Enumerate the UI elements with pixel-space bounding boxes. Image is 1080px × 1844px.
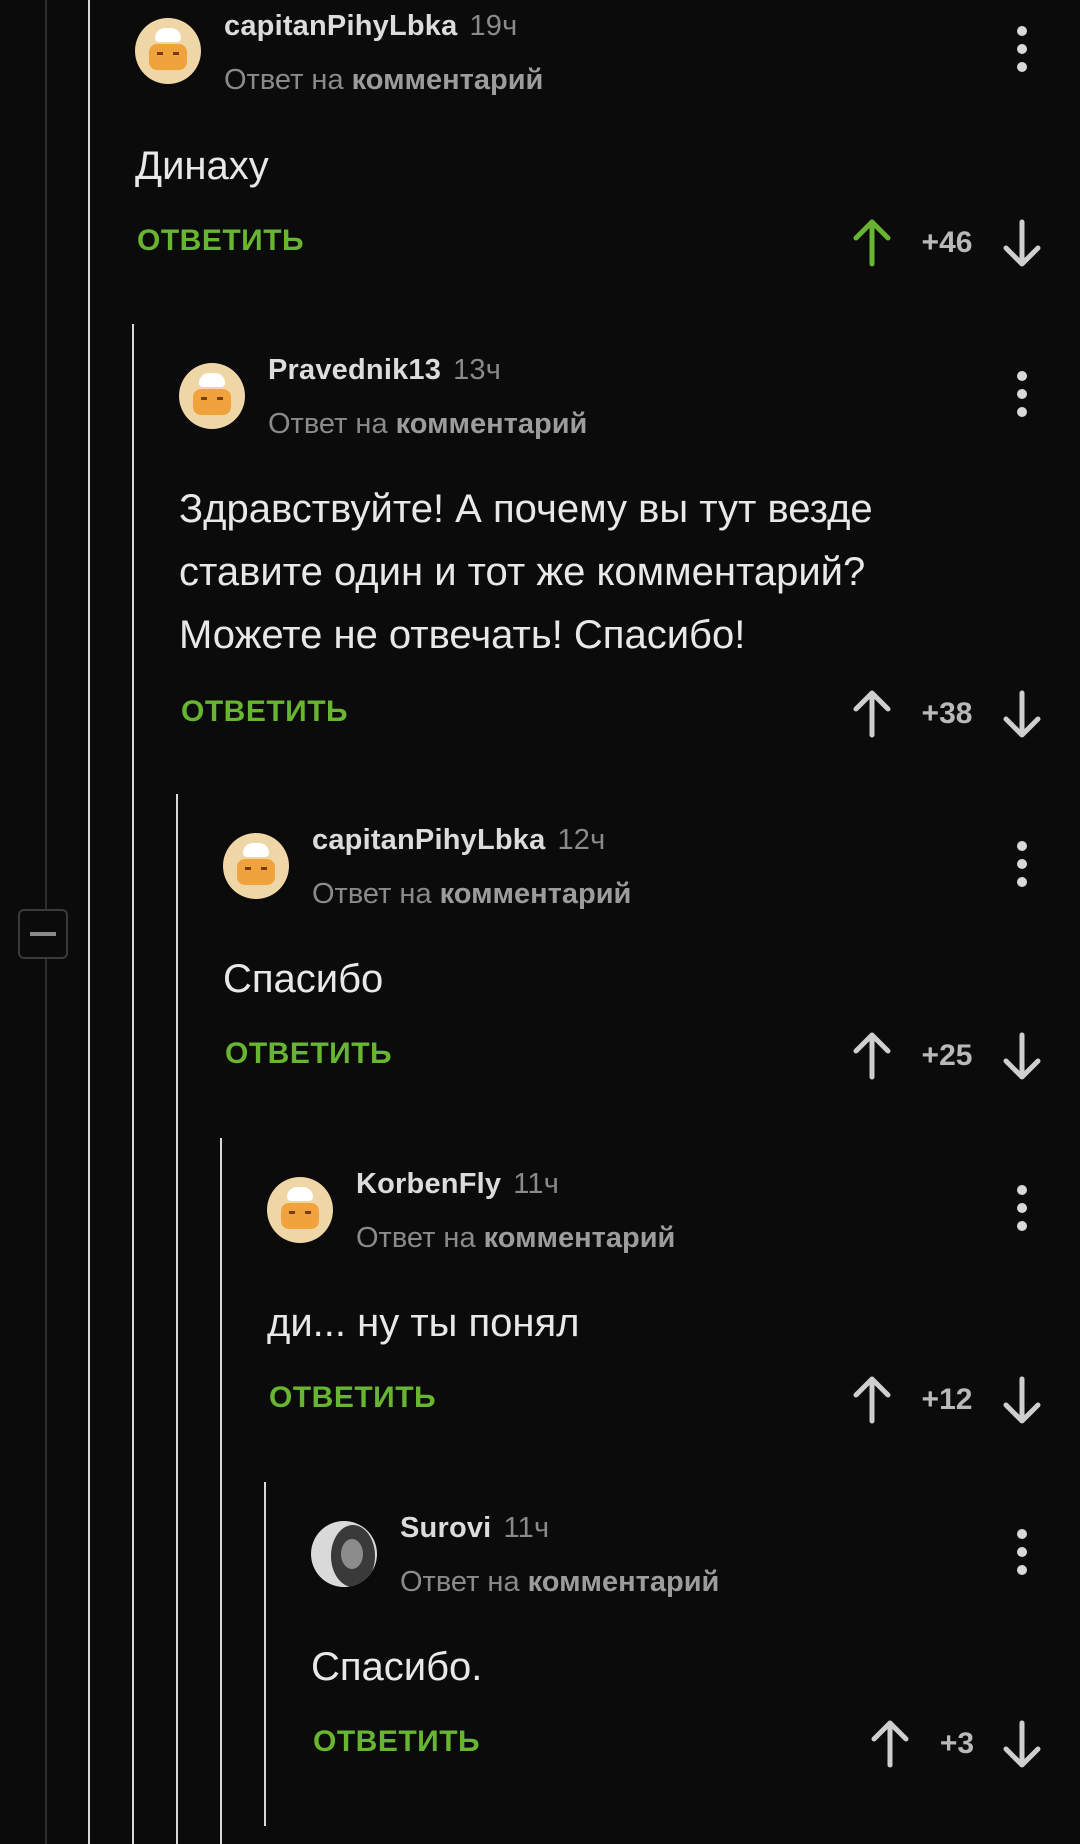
reply-target-link[interactable]: комментарий <box>528 1566 720 1598</box>
upvote-icon[interactable] <box>850 218 894 268</box>
upvote-icon[interactable] <box>868 1719 912 1769</box>
comment-1: capitanPihyLbka 19ч Ответ на комментарий … <box>0 0 1080 300</box>
reply-button[interactable]: ОТВЕТИТЬ <box>181 695 348 729</box>
downvote-icon[interactable] <box>1000 1031 1044 1081</box>
comment-5: Surovi 11ч Ответ на комментарий Спасибо. … <box>0 1502 1080 1822</box>
reply-context: Ответ на комментарий <box>312 878 632 910</box>
comment-menu-icon[interactable] <box>1012 1529 1032 1575</box>
upvote-icon[interactable] <box>850 689 894 739</box>
vote-score: +38 <box>921 697 973 730</box>
author-name[interactable]: Surovi <box>400 1512 491 1544</box>
comment-author[interactable]: Surovi 11ч <box>400 1512 549 1545</box>
vote-score: +3 <box>939 1727 975 1760</box>
downvote-icon[interactable] <box>1000 218 1044 268</box>
comment-menu-icon[interactable] <box>1012 841 1032 887</box>
comment-author[interactable]: Pravednik13 13ч <box>268 354 501 387</box>
reply-context: Ответ на комментарий <box>356 1222 676 1254</box>
upvote-icon[interactable] <box>850 1375 894 1425</box>
reply-target-link[interactable]: комментарий <box>352 64 544 96</box>
comment-menu-icon[interactable] <box>1012 371 1032 417</box>
comment-time: 13ч <box>453 354 502 386</box>
comment-time: 19ч <box>469 10 518 42</box>
user-avatar[interactable] <box>179 363 245 429</box>
reply-target-link[interactable]: комментарий <box>440 878 632 910</box>
reply-context: Ответ на комментарий <box>268 408 588 440</box>
vote-score: +12 <box>921 1383 973 1416</box>
downvote-icon[interactable] <box>1000 1375 1044 1425</box>
comment-time: 12ч <box>557 824 606 856</box>
comment-3: capitanPihyLbka 12ч Ответ на комментарий … <box>0 814 1080 1114</box>
reply-button[interactable]: ОТВЕТИТЬ <box>313 1725 480 1759</box>
comment-text: Динаху <box>135 144 269 188</box>
comment-author[interactable]: capitanPihyLbka 19ч <box>224 10 517 43</box>
chef-hat-icon <box>155 28 181 42</box>
downvote-icon[interactable] <box>1000 1719 1044 1769</box>
reply-context: Ответ на комментарий <box>224 64 544 96</box>
chef-hat-icon <box>199 373 225 387</box>
comment-text: Здравствуйте! А почему вы тут везде став… <box>179 487 873 657</box>
comment-4: KorbenFly 11ч Ответ на комментарий ди... … <box>0 1158 1080 1458</box>
author-name[interactable]: capitanPihyLbka <box>312 824 545 856</box>
author-name[interactable]: KorbenFly <box>356 1168 501 1200</box>
comment-text: Спасибо <box>223 957 384 1001</box>
vote-score: +25 <box>921 1039 973 1072</box>
reply-context: Ответ на комментарий <box>400 1566 720 1598</box>
comment-2: Pravednik13 13ч Ответ на комментарий Здра… <box>0 344 1080 764</box>
author-name[interactable]: Pravednik13 <box>268 354 441 386</box>
comment-text: ди... ну ты понял <box>267 1301 580 1345</box>
reply-target-link[interactable]: комментарий <box>484 1222 676 1254</box>
reply-button[interactable]: ОТВЕТИТЬ <box>269 1381 436 1415</box>
comment-menu-icon[interactable] <box>1012 1185 1032 1231</box>
reply-target-link[interactable]: комментарий <box>396 408 588 440</box>
user-avatar[interactable] <box>223 833 289 899</box>
reply-button[interactable]: ОТВЕТИТЬ <box>137 224 304 258</box>
comment-time: 11ч <box>513 1168 560 1200</box>
comment-text: Спасибо. <box>311 1645 483 1689</box>
comment-time: 11ч <box>503 1512 550 1544</box>
vote-score: +46 <box>921 226 973 259</box>
upvote-icon[interactable] <box>850 1031 894 1081</box>
chef-hat-icon <box>287 1187 313 1201</box>
comment-menu-icon[interactable] <box>1012 26 1032 72</box>
comment-author[interactable]: capitanPihyLbka 12ч <box>312 824 605 857</box>
comment-author[interactable]: KorbenFly 11ч <box>356 1168 559 1201</box>
user-photo-avatar[interactable] <box>311 1521 377 1587</box>
user-avatar[interactable] <box>267 1177 333 1243</box>
reply-button[interactable]: ОТВЕТИТЬ <box>225 1037 392 1071</box>
downvote-icon[interactable] <box>1000 689 1044 739</box>
chef-hat-icon <box>243 843 269 857</box>
author-name[interactable]: capitanPihyLbka <box>224 10 457 42</box>
user-avatar[interactable] <box>135 18 201 84</box>
